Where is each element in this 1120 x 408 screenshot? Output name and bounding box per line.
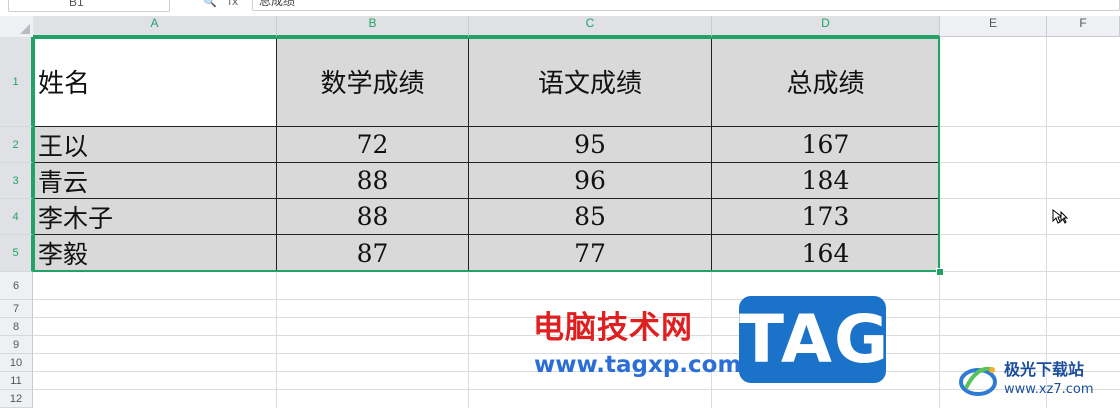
row-header-2[interactable]: 2 [0,127,33,163]
column-header-d[interactable]: D [712,16,940,37]
cell-b3[interactable]: 88 [277,163,469,199]
cell-d1[interactable]: 总成绩 [712,37,940,127]
row-header-9[interactable]: 9 [0,336,33,354]
cell-a5[interactable]: 李毅 [33,235,277,272]
cell-b5[interactable]: 87 [277,235,469,272]
cell-a4[interactable]: 李木子 [33,199,277,235]
row-header-6[interactable]: 6 [0,272,33,300]
cell-d4[interactable]: 173 [712,199,940,235]
hand-cursor-icon [1052,208,1069,224]
name-box[interactable]: B1 [8,0,170,12]
fx-label[interactable]: fx [228,0,238,8]
cell-b4[interactable]: 88 [277,199,469,235]
row-header-8[interactable]: 8 [0,318,33,336]
select-all-corner[interactable] [0,16,34,38]
column-header-f[interactable]: F [1047,16,1120,37]
cell-c2[interactable]: 95 [469,127,712,163]
grid-line [33,389,1120,390]
cell-b1[interactable]: 数学成绩 [277,37,469,127]
cell-c5[interactable]: 77 [469,235,712,272]
cell-c4[interactable]: 85 [469,199,712,235]
formula-bar: B1 🔍 fx 总成绩 [0,0,1120,17]
name-box-value: B1 [69,0,84,9]
fill-handle[interactable] [936,268,944,276]
column-header-e[interactable]: E [940,16,1047,37]
watermark-site-url: www.tagxp.com [534,352,742,378]
aurora-logo-icon [959,366,997,396]
watermark-brand-url: www.xz7.com [1004,382,1094,397]
formula-input[interactable]: 总成绩 [252,0,1120,11]
magnifier-icon[interactable]: 🔍 [203,0,217,8]
row-header-7[interactable]: 7 [0,300,33,318]
row-header-10[interactable]: 10 [0,354,33,372]
cell-b2[interactable]: 72 [277,127,469,163]
watermark-tag-logo: TAG [739,296,888,383]
cell-a2[interactable]: 王以 [33,127,277,163]
cell-d3[interactable]: 184 [712,163,940,199]
watermark-site-name: 电脑技术网 [533,310,693,346]
cell-d5[interactable]: 164 [712,235,940,272]
row-header-5[interactable]: 5 [0,235,33,272]
grid-line [33,299,1120,300]
column-header-c[interactable]: C [469,16,712,37]
row-header-12[interactable]: 12 [0,390,33,408]
row-header-4[interactable]: 4 [0,199,33,235]
row-header-11[interactable]: 11 [0,372,33,390]
row-header-1[interactable]: 1 [0,37,33,127]
column-header-a[interactable]: A [33,16,277,37]
column-header-b[interactable]: B [277,16,469,37]
row-header-3[interactable]: 3 [0,163,33,199]
cell-a3[interactable]: 青云 [33,163,277,199]
cell-d2[interactable]: 167 [712,127,940,163]
cell-c3[interactable]: 96 [469,163,712,199]
watermark-brand-name: 极光下载站 [1004,360,1085,379]
cell-a1[interactable]: 姓名 [33,37,277,127]
cell-c1[interactable]: 语文成绩 [469,37,712,127]
